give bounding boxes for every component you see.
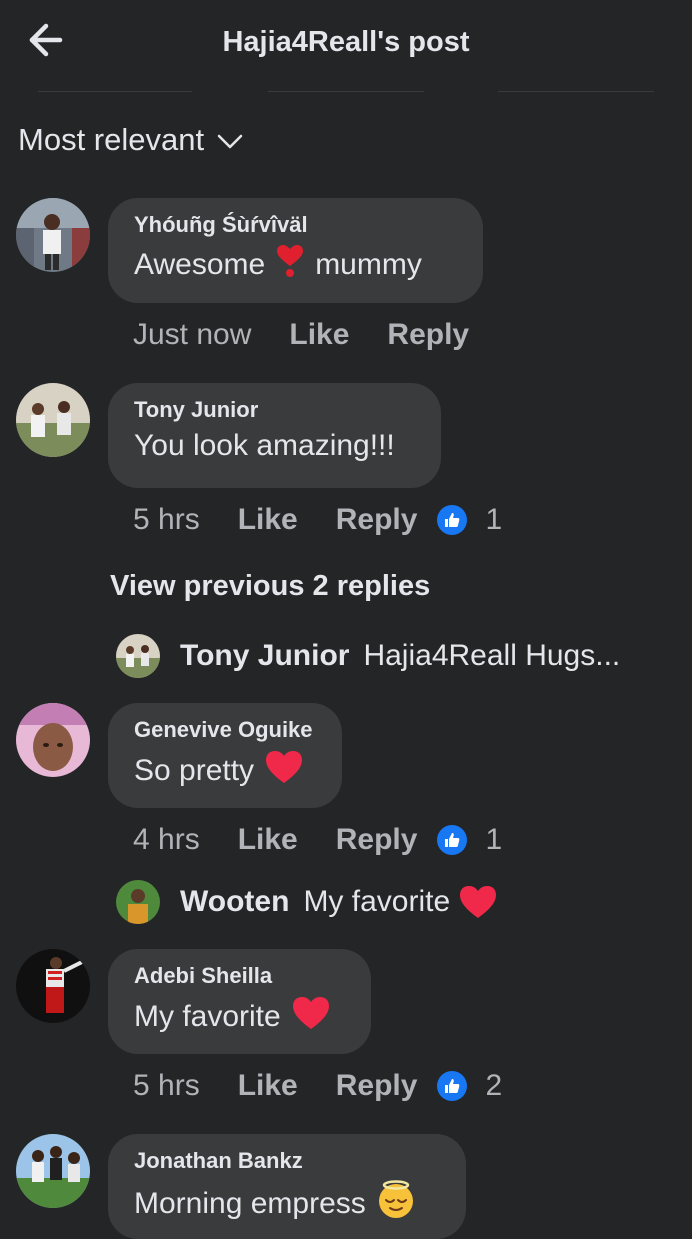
comment-bubble[interactable]: Yhóuñg Śùŕvîväl Awesome mummy (108, 198, 483, 303)
reply-preview[interactable]: Wooten My favorite (116, 880, 498, 924)
thumbs-up-icon[interactable] (437, 505, 468, 535)
comment-time[interactable]: Just now (133, 318, 251, 352)
reply-button[interactable]: Reply (336, 503, 418, 537)
avatar[interactable] (16, 383, 90, 457)
reaction-count[interactable]: 1 (485, 503, 502, 537)
comment-actions: 4 hrs Like Reply 1 (133, 823, 502, 857)
reply-button[interactable]: Reply (336, 1069, 418, 1103)
comment-actions: Just now Like Reply (133, 318, 469, 352)
header-divider (38, 91, 192, 92)
comment-text: So pretty (134, 749, 316, 793)
like-button[interactable]: Like (238, 823, 298, 857)
like-button[interactable]: Like (289, 318, 349, 352)
header-divider (498, 91, 654, 92)
reply-author: Wooten (180, 885, 290, 918)
reply-button[interactable]: Reply (336, 823, 418, 857)
heart-emoji (264, 749, 304, 793)
commenter-name[interactable]: Jonathan Bankz (134, 1148, 440, 1174)
reply-preview[interactable]: Tony Junior Hajia4Reall Hugs... (116, 634, 620, 678)
comment-text: My favorite (134, 995, 345, 1039)
relieved-face-emoji (376, 1180, 416, 1228)
comment-text: Morning empress (134, 1180, 440, 1228)
reply-text: Hajia4Reall Hugs... (363, 639, 621, 672)
comment-bubble[interactable]: Tony Junior You look amazing!!! (108, 383, 441, 488)
thumbs-up-icon[interactable] (437, 825, 468, 855)
header-divider (268, 91, 424, 92)
comment-bubble[interactable]: Genevive Oguike So pretty (108, 703, 342, 808)
commenter-name[interactable]: Yhóuñg Śùŕvîväl (134, 212, 457, 238)
comment-actions: 5 hrs Like Reply 2 (133, 1069, 502, 1103)
page-title: Hajia4Reall's post (222, 26, 470, 58)
comment-bubble[interactable]: Adebi Sheilla My favorite (108, 949, 371, 1054)
thumbs-up-icon[interactable] (437, 1071, 468, 1101)
comment-actions: 5 hrs Like Reply 1 (133, 503, 502, 537)
reaction-count[interactable]: 1 (485, 823, 502, 857)
reply-author: Tony Junior (180, 639, 350, 672)
like-button[interactable]: Like (238, 1069, 298, 1103)
reply-button[interactable]: Reply (387, 318, 469, 352)
view-previous-replies-link[interactable]: View previous 2 replies (110, 570, 430, 603)
sort-dropdown[interactable]: Most relevant (18, 122, 244, 158)
commenter-name[interactable]: Adebi Sheilla (134, 963, 345, 989)
chevron-down-icon (216, 122, 244, 158)
sort-label: Most relevant (18, 122, 205, 157)
comment-time[interactable]: 4 hrs (133, 823, 200, 857)
reply-text: My favorite (303, 885, 451, 918)
post-header: Hajia4Reall's post (0, 0, 692, 92)
commenter-name[interactable]: Genevive Oguike (134, 717, 316, 743)
avatar[interactable] (16, 949, 90, 1023)
heart-emoji (458, 884, 498, 920)
avatar[interactable] (16, 198, 90, 272)
commenter-name[interactable]: Tony Junior (134, 397, 415, 423)
comment-text: You look amazing!!! (134, 429, 395, 462)
heart-exclamation-emoji (275, 244, 305, 286)
avatar[interactable] (16, 703, 90, 777)
heart-emoji (291, 995, 331, 1039)
reaction-count[interactable]: 2 (485, 1069, 502, 1103)
avatar (116, 880, 160, 924)
like-button[interactable]: Like (238, 503, 298, 537)
avatar[interactable] (16, 1134, 90, 1208)
comment-text: Awesome mummy (134, 244, 457, 286)
comment-time[interactable]: 5 hrs (133, 503, 200, 537)
avatar (116, 634, 160, 678)
comment-time[interactable]: 5 hrs (133, 1069, 200, 1103)
comment-bubble[interactable]: Jonathan Bankz Morning empress (108, 1134, 466, 1239)
